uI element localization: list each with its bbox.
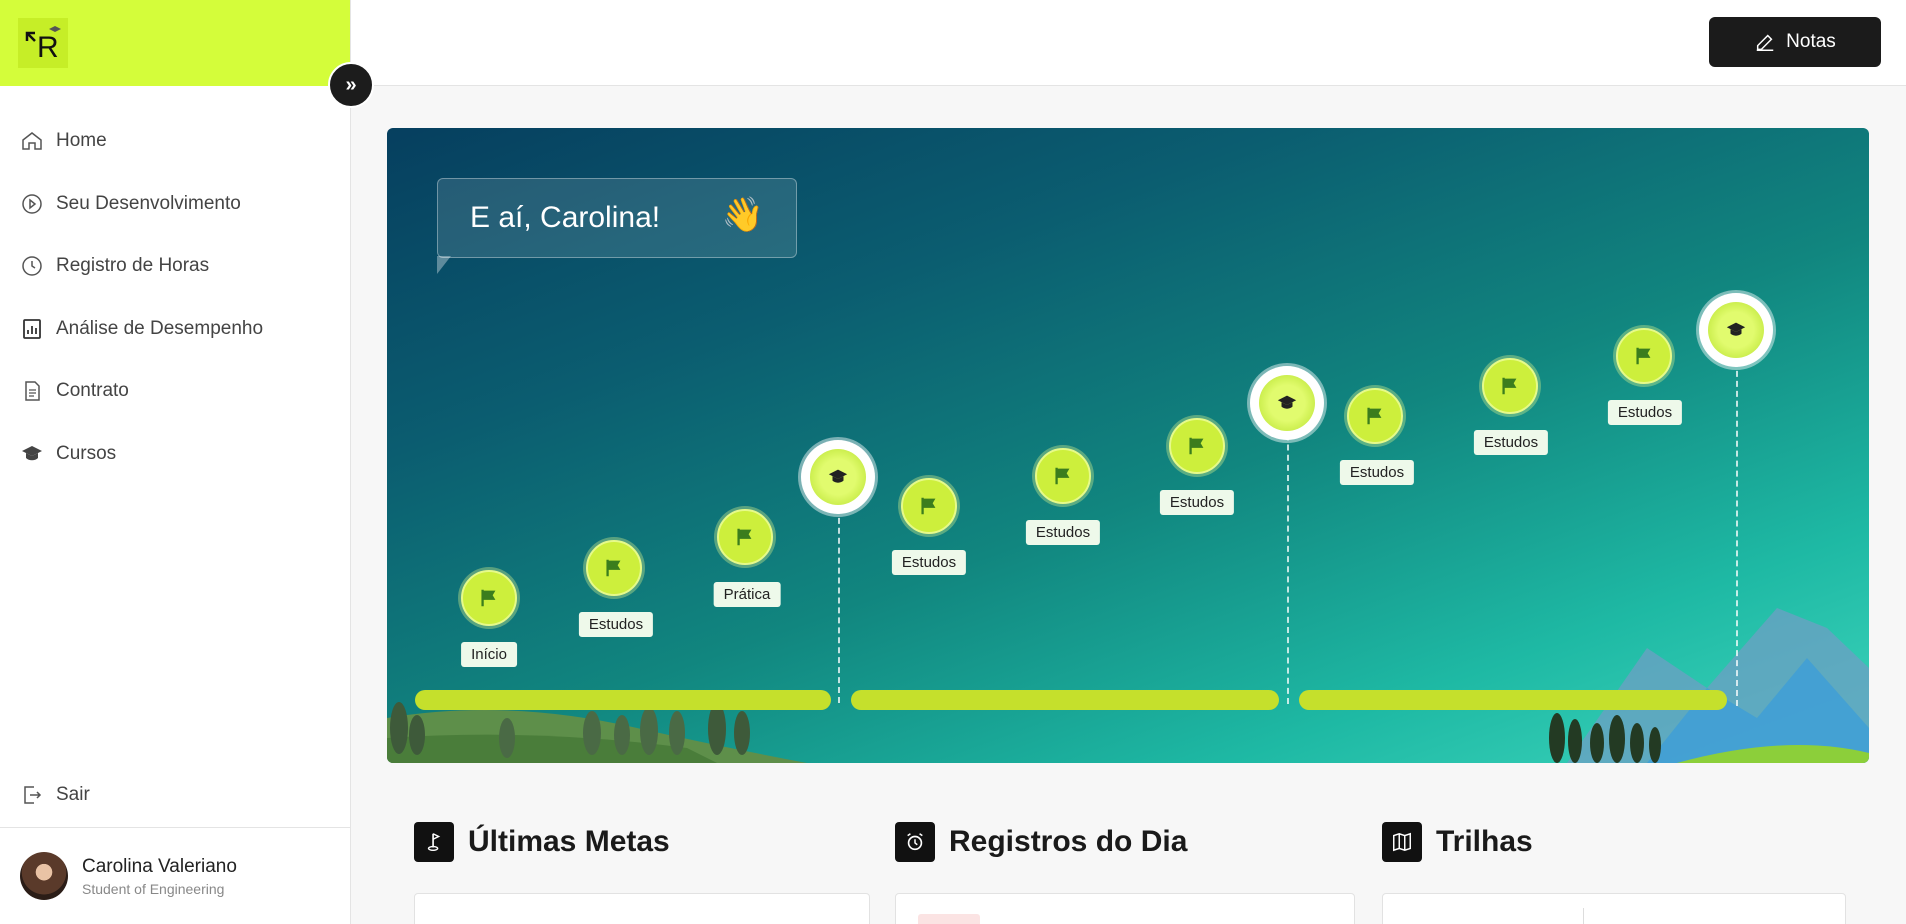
step-node-inicio[interactable]	[461, 570, 517, 626]
progress-hero-banner: E aí, Carolina! 👋 Início Estudos Prática…	[387, 128, 1869, 763]
notes-button-label: Notas	[1786, 31, 1836, 52]
flag-icon	[1055, 467, 1070, 485]
flag-icon	[1367, 407, 1382, 425]
logout-label: Sair	[56, 784, 90, 806]
graduation-cap-icon	[1726, 322, 1746, 336]
milestone-node-1[interactable]	[801, 440, 875, 514]
divider	[1583, 908, 1584, 924]
user-name: Carolina Valeriano	[82, 855, 237, 877]
pencil-icon	[1756, 34, 1774, 51]
sidebar-item-label: Registro de Horas	[56, 255, 210, 277]
svg-text:R: R	[37, 31, 59, 64]
play-circle-icon	[22, 194, 42, 214]
graduation-cap-icon	[828, 469, 848, 483]
graduation-cap-icon	[1277, 395, 1297, 409]
sidebar-item-analise[interactable]: Análise de Desempenho	[0, 298, 350, 361]
sidebar-item-label: Home	[56, 130, 107, 152]
greeting-text: E aí, Carolina!	[470, 201, 661, 234]
sidebar-item-label: Análise de Desempenho	[56, 317, 264, 339]
trees-right	[1549, 713, 1661, 763]
logo[interactable]: R	[18, 18, 68, 68]
golf-flag-icon	[414, 822, 454, 862]
flag-icon	[737, 528, 752, 546]
greeting-bubble: E aí, Carolina! 👋	[437, 178, 797, 258]
milestone-node-2[interactable]	[1250, 366, 1324, 440]
step-label: Estudos	[1473, 430, 1549, 455]
step-node-estudos-6[interactable]	[1482, 358, 1538, 414]
home-icon	[22, 132, 42, 150]
waving-hand-icon: 👋	[721, 196, 764, 234]
sidebar-item-cursos[interactable]: Cursos	[0, 423, 350, 486]
logout-button[interactable]: Sair	[0, 764, 350, 827]
chart-icon	[23, 318, 41, 339]
top-header: Notas	[351, 0, 1906, 86]
map-icon	[1382, 822, 1422, 862]
progress-track-3	[1299, 690, 1727, 710]
milestone-line-3	[1736, 331, 1738, 706]
greeting-bubble-tail	[437, 256, 451, 274]
flag-icon	[481, 589, 496, 607]
section-title: Trilhas	[1436, 825, 1533, 858]
flag-icon	[921, 497, 936, 515]
step-label: Estudos	[1159, 490, 1235, 515]
step-label: Estudos	[891, 550, 967, 575]
double-chevron-right-icon: »	[345, 73, 357, 96]
logo-band: R	[0, 0, 350, 86]
notes-button[interactable]: Notas	[1709, 17, 1881, 67]
status-badge	[918, 914, 980, 924]
step-label: Estudos	[1607, 400, 1683, 425]
milestone-node-3[interactable]	[1699, 293, 1773, 367]
step-label: Estudos	[1339, 460, 1415, 485]
trails-card	[1382, 893, 1846, 924]
logout-container: Sair	[0, 764, 350, 827]
flag-icon	[606, 559, 621, 577]
section-trilhas: Trilhas	[1382, 822, 1533, 862]
step-label: Estudos	[578, 612, 654, 637]
flag-icon	[1189, 437, 1204, 455]
step-node-estudos-5[interactable]	[1347, 388, 1403, 444]
alarm-clock-icon	[895, 822, 935, 862]
sidebar-nav: Home Seu Desenvolvimento Registro de Hor…	[0, 110, 350, 485]
sidebar-item-label: Contrato	[56, 380, 129, 402]
step-node-pratica[interactable]	[717, 509, 773, 565]
clock-icon	[22, 256, 42, 276]
step-node-estudos-4[interactable]	[1169, 418, 1225, 474]
flag-icon	[1502, 377, 1517, 395]
sidebar-item-registro-horas[interactable]: Registro de Horas	[0, 235, 350, 298]
logo-icon: R	[25, 26, 61, 64]
section-registros-dia: Registros do Dia	[895, 822, 1187, 862]
step-label: Prática	[713, 582, 781, 607]
sidebar-item-home[interactable]: Home	[0, 110, 350, 173]
section-title: Últimas Metas	[468, 825, 670, 858]
records-card	[895, 893, 1355, 924]
user-role: Student of Engineering	[82, 880, 225, 897]
collapse-sidebar-button[interactable]: »	[328, 62, 374, 108]
document-icon	[25, 381, 40, 401]
logout-icon	[24, 786, 42, 804]
step-label: Início	[461, 642, 517, 667]
step-node-estudos-7[interactable]	[1616, 328, 1672, 384]
section-title: Registros do Dia	[949, 825, 1188, 858]
sidebar: R » Home Seu Desenvolvimento Registro de…	[0, 0, 374, 924]
avatar	[20, 852, 68, 900]
graduation-cap-icon	[22, 445, 42, 460]
step-node-estudos-2[interactable]	[901, 478, 957, 534]
goals-card	[414, 893, 870, 924]
progress-track-2	[851, 690, 1279, 710]
sidebar-item-label: Seu Desenvolvimento	[56, 192, 241, 214]
milestone-line-2	[1287, 404, 1289, 704]
sidebar-item-contrato[interactable]: Contrato	[0, 360, 350, 423]
section-ultimas-metas: Últimas Metas	[414, 822, 670, 862]
step-node-estudos-3[interactable]	[1035, 448, 1091, 504]
flag-icon	[1636, 347, 1651, 365]
progress-track-1	[415, 690, 831, 710]
sidebar-item-desenvolvimento[interactable]: Seu Desenvolvimento	[0, 173, 350, 236]
sidebar-item-label: Cursos	[56, 442, 117, 464]
step-node-estudos-1[interactable]	[586, 540, 642, 596]
step-label: Estudos	[1025, 520, 1101, 545]
user-profile[interactable]: Carolina Valeriano Student of Engineerin…	[0, 827, 350, 924]
